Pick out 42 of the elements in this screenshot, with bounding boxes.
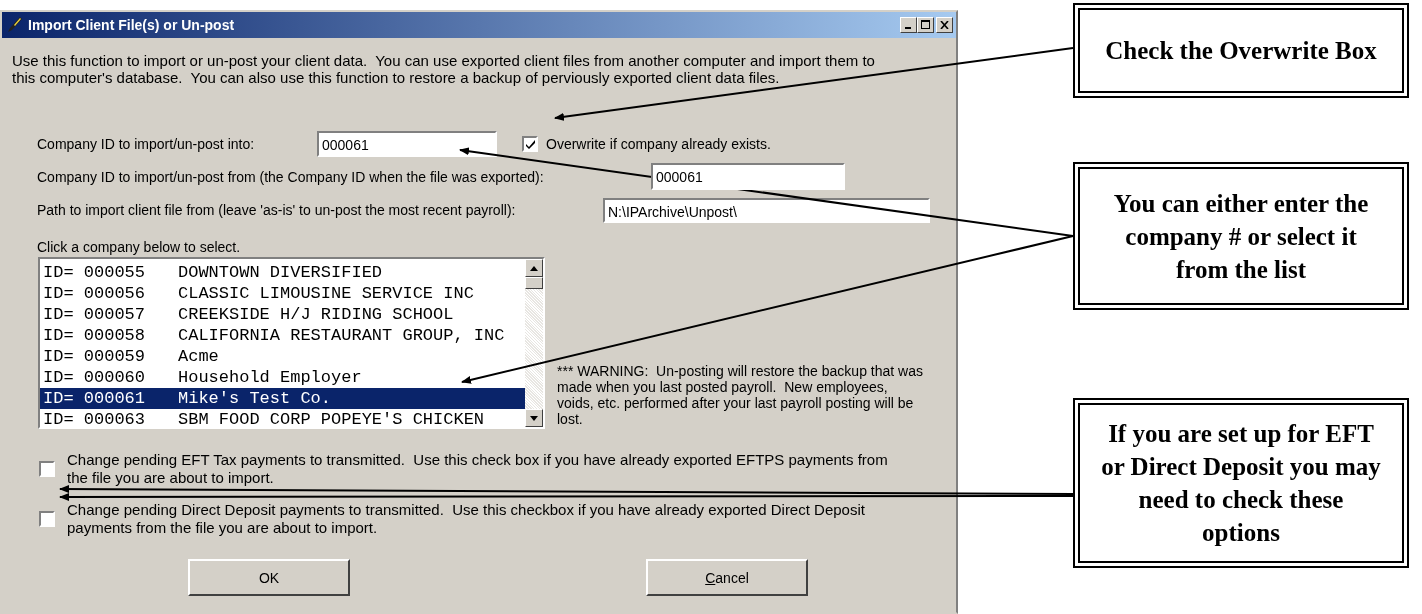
window-title: Import Client File(s) or Un-post bbox=[28, 17, 236, 33]
maximize-icon bbox=[921, 20, 930, 29]
company-list-item[interactable]: ID= 000057 CREEKSIDE H/J RIDING SCHOOL bbox=[40, 304, 525, 325]
option-checkbox[interactable] bbox=[39, 461, 55, 477]
company-id-field[interactable]: 000061 bbox=[317, 131, 497, 157]
option-checkbox[interactable] bbox=[39, 511, 55, 527]
list-label: Click a company below to select. bbox=[36, 239, 242, 255]
maximize-button[interactable] bbox=[917, 17, 934, 33]
overwrite-checkbox[interactable] bbox=[522, 136, 538, 152]
callout-text: You can either enter the company # or select it from the list bbox=[1112, 188, 1370, 285]
field-label: Company ID to import/un-post into: bbox=[36, 136, 256, 152]
path-field[interactable]: N:\IPArchive\Unpost\ bbox=[603, 197, 930, 223]
checkbox-label: Overwrite if company already exists. bbox=[546, 136, 771, 152]
company-list-item[interactable]: ID= 000056 CLASSIC LIMOUSINE SERVICE INC bbox=[40, 283, 525, 304]
ok-button[interactable]: OK bbox=[188, 559, 350, 596]
callout-text: Check the Overwrite Box bbox=[1105, 36, 1377, 66]
check-icon bbox=[524, 138, 536, 150]
checkbox-label: Change pending Direct Deposit payments to transmitted. Use this checkbox if you have already exported Direct Deposit payments from the file you are about to import. bbox=[67, 501, 866, 537]
field-label: Path to import client file from (leave 'as-is' to un-post the most recent payroll): bbox=[36, 202, 516, 218]
scroll-down-button[interactable] bbox=[525, 409, 543, 427]
scroll-up-button[interactable] bbox=[525, 259, 543, 277]
close-button[interactable] bbox=[936, 17, 953, 33]
company-list-item[interactable]: ID= 000055 DOWNTOWN DIVERSIFIED bbox=[40, 262, 525, 283]
pen-icon bbox=[6, 16, 24, 34]
company-list-item[interactable]: ID= 000058 CALIFORNIA RESTAURANT GROUP, INC bbox=[40, 325, 525, 346]
cancel-button[interactable]: Cancel bbox=[646, 559, 808, 596]
source-company-field[interactable]: 000061 bbox=[651, 163, 845, 190]
field-label: Company ID to import/un-post from (the Company ID when the file was exported): bbox=[36, 168, 544, 185]
warning-text: *** WARNING: Un-posting will restore the backup that was made when you last posted payroll. New employees, voids, etc. performed after your last payroll posting will be lost. bbox=[557, 363, 924, 427]
callout-text: If you are set up for EFT or Direct Deposit you may need to check these options bbox=[1100, 419, 1382, 548]
company-list-item[interactable]: ID= 000060 Household Employer bbox=[40, 367, 525, 388]
company-listbox[interactable] bbox=[38, 257, 545, 429]
company-list-item[interactable]: ID= 000059 Acme bbox=[40, 346, 525, 367]
company-list-item[interactable]: ID= 000061 Mike's Test Co. bbox=[40, 388, 525, 409]
down-arrow-icon bbox=[530, 415, 538, 421]
checkbox-label: Change pending EFT Tax payments to transmitted. Use this check box if you have already exported EFTPS payments from the file you are about to import. bbox=[67, 451, 889, 487]
company-list-item[interactable]: ID= 000063 SBM FOOD CORP POPEYE'S CHICKEN bbox=[40, 409, 525, 430]
minimize-button[interactable] bbox=[900, 17, 917, 33]
close-icon bbox=[940, 21, 949, 29]
intro-text: Use this function to import or un-post your client data. You can use exported client files from another computer and import them to this computer's database. You can also use this function to restore a backup of perviously exported client data files. bbox=[12, 52, 876, 86]
scrollbar-thumb[interactable] bbox=[525, 277, 543, 289]
up-arrow-icon bbox=[530, 265, 538, 271]
